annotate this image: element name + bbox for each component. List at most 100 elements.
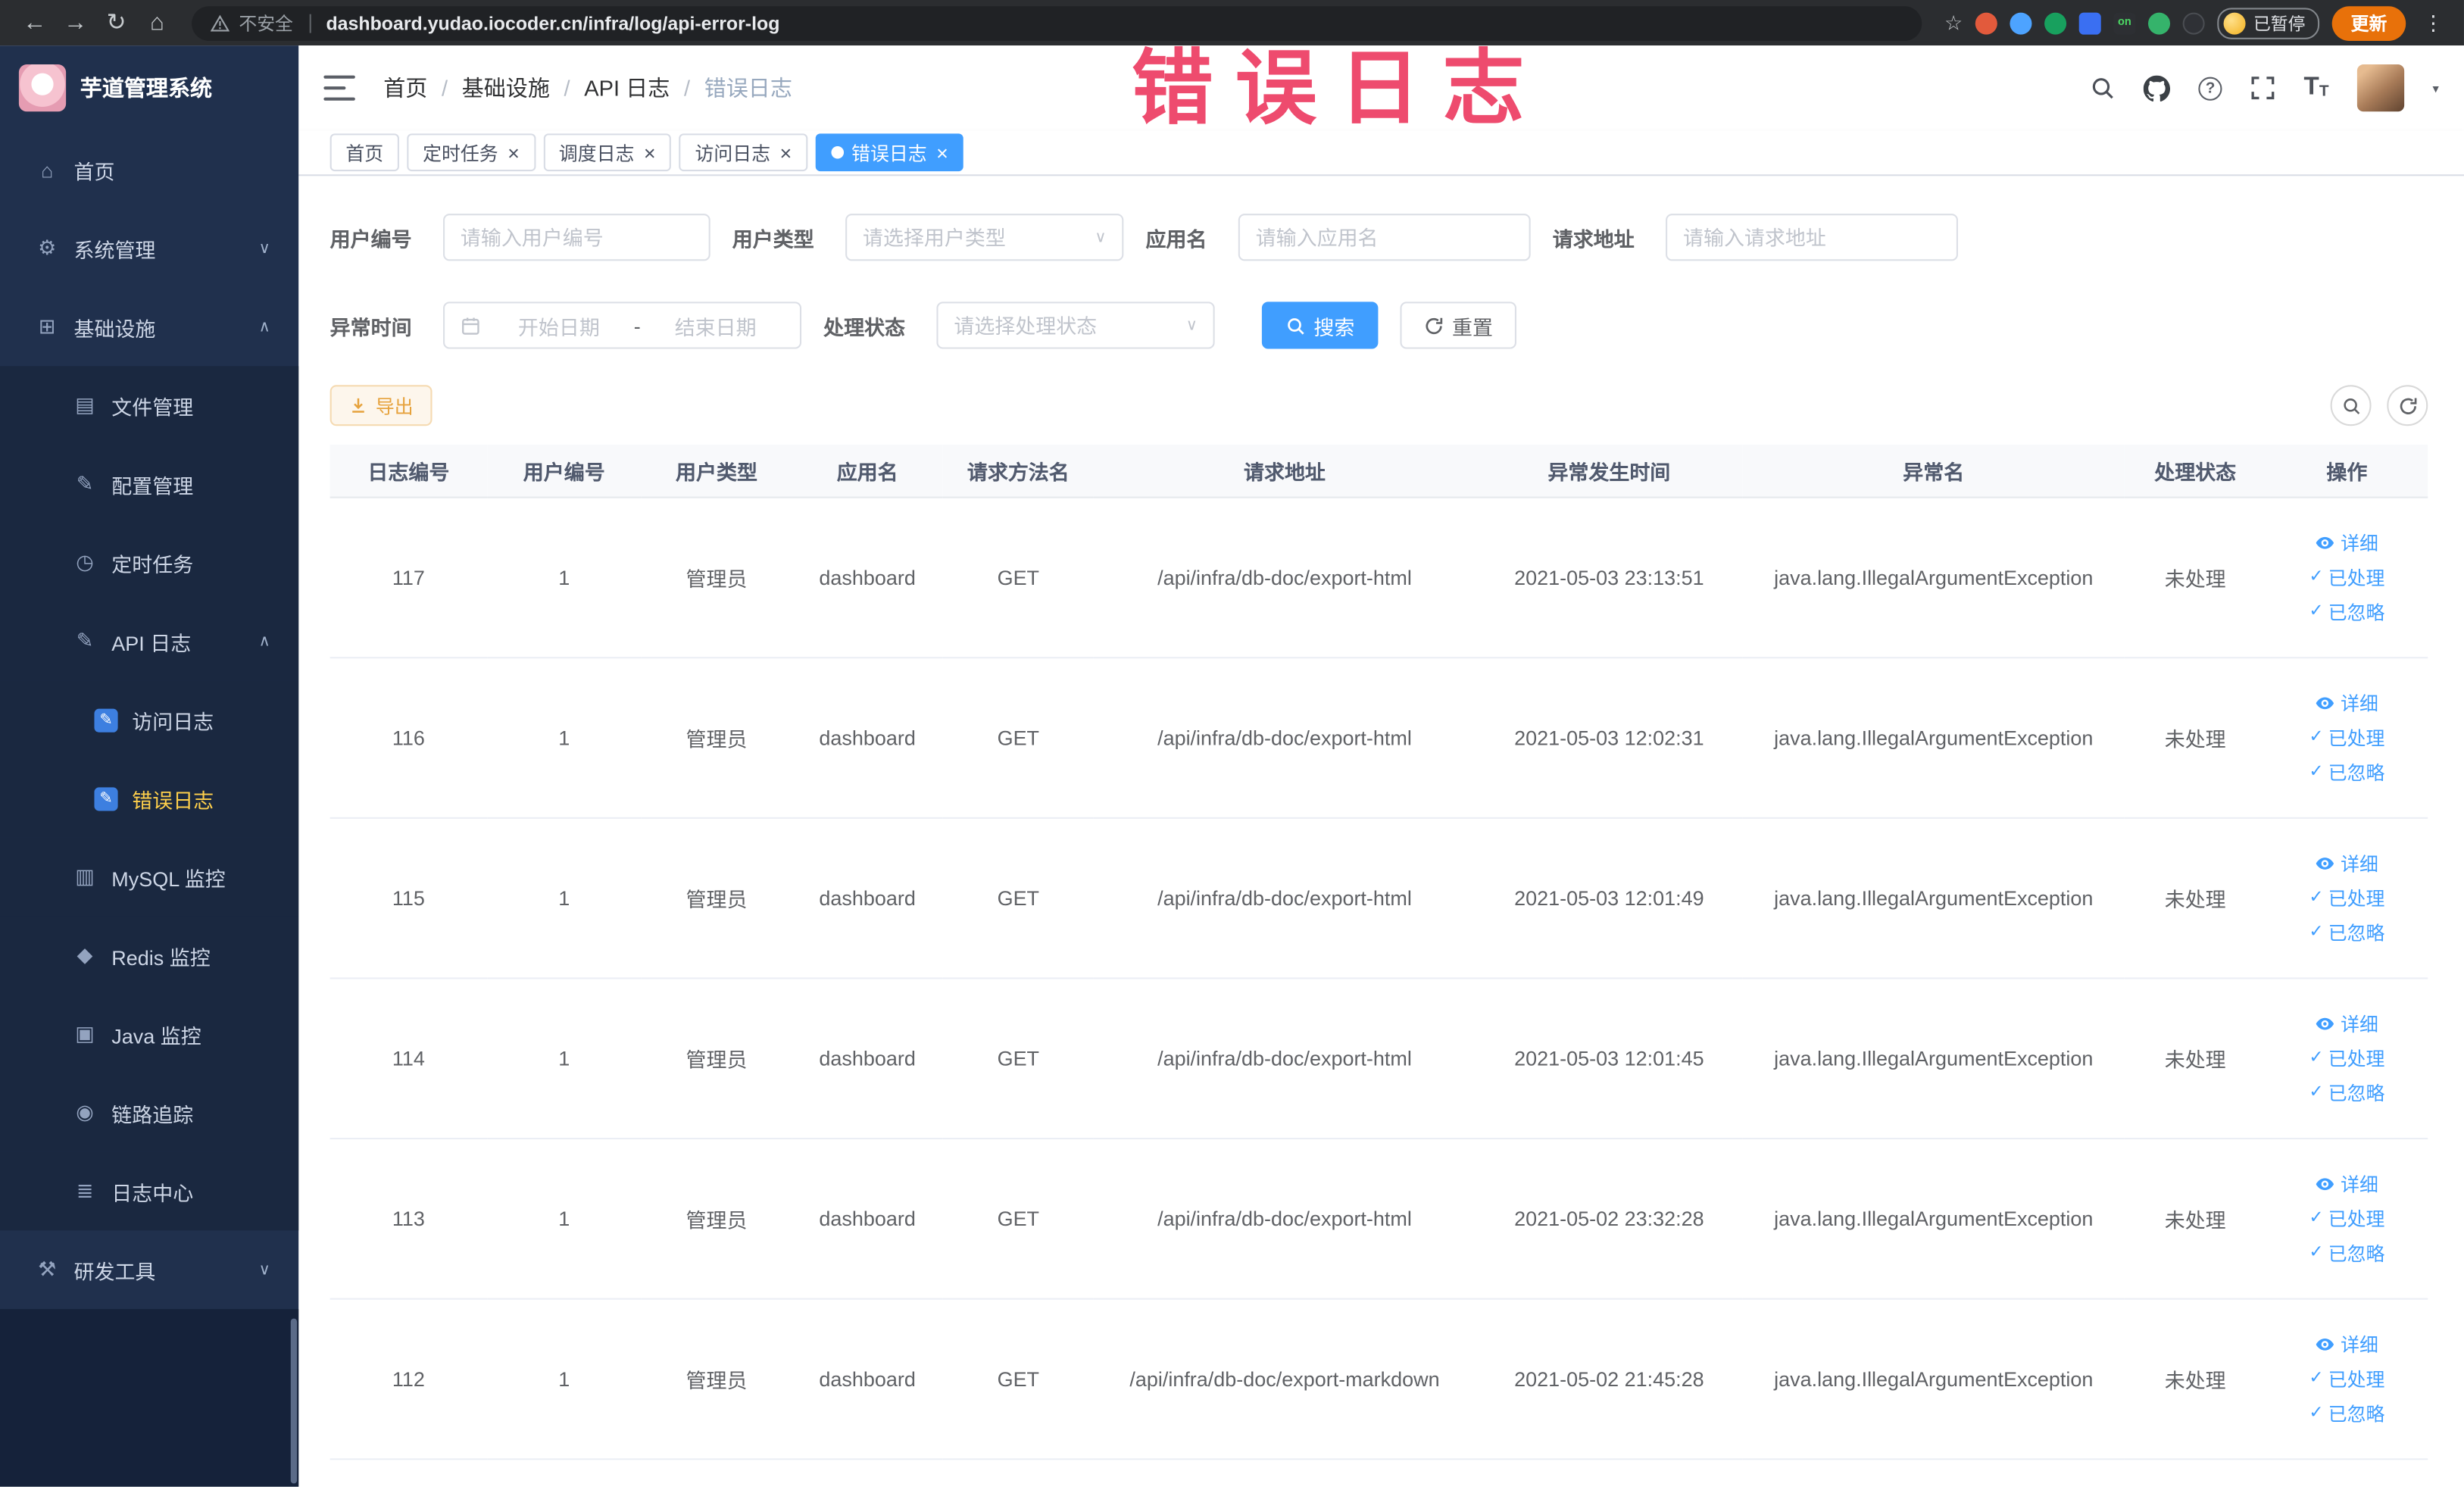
breadcrumb-item[interactable]: API 日志 <box>584 72 670 103</box>
browser-extension-icon[interactable] <box>2147 11 2171 34</box>
breadcrumb-item[interactable]: 基础设施 <box>462 72 550 103</box>
sidebar-item-log-center[interactable]: ≣ 日志中心 <box>0 1151 299 1231</box>
log-center-icon: ≣ <box>76 1178 94 1203</box>
tab-home[interactable]: 首页 <box>329 133 399 172</box>
update-button[interactable]: 更新 <box>2331 5 2406 40</box>
action-detail[interactable]: 详细 <box>2316 849 2378 877</box>
github-icon[interactable] <box>2143 74 2171 102</box>
tab-scheduled-tasks[interactable]: 定时任务 × <box>407 133 536 172</box>
action-processed[interactable]: ✓ 已处理 <box>2309 1045 2384 1073</box>
bookmark-star-icon[interactable]: ☆ <box>1944 10 1963 35</box>
action-ignored[interactable]: ✓ 已忽略 <box>2309 1239 2384 1267</box>
sidebar-item-file-management[interactable]: ▤ 文件管理 <box>0 366 299 445</box>
url-bar[interactable]: 不安全 dashboard.yudao.iocoder.cn/infra/log… <box>192 5 1922 40</box>
browser-extension-icon[interactable] <box>2044 11 2067 34</box>
fullscreen-icon[interactable] <box>2250 76 2275 101</box>
action-processed[interactable]: ✓ 已处理 <box>2309 564 2384 592</box>
sidebar-item-label: 文件管理 <box>111 395 194 419</box>
tab-schedule-log[interactable]: 调度日志 × <box>543 133 672 172</box>
forward-icon[interactable]: → <box>57 0 95 45</box>
action-detail[interactable]: 详细 <box>2316 1010 2378 1038</box>
export-button[interactable]: 导出 <box>329 385 433 426</box>
app-logo[interactable]: 芋道管理系统 <box>0 45 298 130</box>
breadcrumb-current: 错误日志 <box>704 75 792 101</box>
chevron-down-icon[interactable]: ▾ <box>2432 81 2438 95</box>
table-row: 114 1 管理员 dashboard GET/api/infra/db-doc/exp… <box>329 979 2428 1140</box>
sidebar-item-infrastructure[interactable]: ⊞ 基础设施 ∧ <box>0 288 298 367</box>
reset-button[interactable]: 重置 <box>1400 301 1517 349</box>
table-row: 117 1 管理员 dashboard GET/api/infra/db-doc/exp… <box>329 498 2428 659</box>
tab-close-icon[interactable]: × <box>936 142 948 163</box>
action-ignored[interactable]: ✓ 已忽略 <box>2309 758 2384 786</box>
sidebar-item-trace[interactable]: ◉ 链路追踪 <box>0 1073 299 1152</box>
sidebar-item-mysql-monitor[interactable]: ▥ MySQL 监控 <box>0 837 299 917</box>
request-url-field[interactable] <box>1683 225 1941 249</box>
date-end-placeholder[interactable]: 结束日期 <box>647 311 784 340</box>
sidebar-item-dev-tools[interactable]: ⚒ 研发工具 ∨ <box>0 1230 298 1309</box>
breadcrumb-separator: / <box>564 75 570 101</box>
tab-close-icon[interactable]: × <box>507 142 520 163</box>
url-text[interactable]: dashboard.yudao.iocoder.cn/infra/log/api… <box>326 12 779 34</box>
process-status-field[interactable] <box>954 313 1177 338</box>
action-ignored[interactable]: ✓ 已忽略 <box>2309 1079 2384 1107</box>
request-url-input[interactable] <box>1666 214 1959 261</box>
app-name-field[interactable] <box>1255 225 1513 249</box>
sidebar-item-redis-monitor[interactable]: ◆ Redis 监控 <box>0 916 299 995</box>
date-start-placeholder[interactable]: 开始日期 <box>490 311 627 340</box>
action-ignored[interactable]: ✓ 已忽略 <box>2309 598 2384 626</box>
security-label[interactable]: 不安全 <box>239 10 293 35</box>
sidebar-item-home[interactable]: ⌂ 首页 <box>0 130 298 209</box>
user-id-input[interactable] <box>443 214 710 261</box>
tab-close-icon[interactable]: × <box>644 142 656 163</box>
sidebar-item-api-log[interactable]: ✎ API 日志 ∧ <box>0 601 299 681</box>
action-processed[interactable]: ✓ 已处理 <box>2309 1204 2384 1232</box>
action-detail[interactable]: 详细 <box>2316 529 2378 557</box>
browser-extension-icon[interactable] <box>1975 11 1997 34</box>
action-detail[interactable]: 详细 <box>2316 1170 2378 1198</box>
browser-extension-icon[interactable]: on <box>2113 11 2136 34</box>
paused-badge[interactable]: 已暂停 <box>2217 7 2320 39</box>
tab-label: 首页 <box>345 142 384 164</box>
app-name-input[interactable] <box>1238 214 1531 261</box>
sidebar-item-java-monitor[interactable]: ▣ Java 监控 <box>0 995 299 1073</box>
process-status-select[interactable]: ∨ <box>936 301 1215 349</box>
action-processed[interactable]: ✓ 已处理 <box>2309 884 2384 912</box>
search-button[interactable]: 搜索 <box>1261 301 1379 349</box>
cell-time: 2021-05-03 23:13:51 <box>1476 498 1743 659</box>
user-type-field[interactable] <box>863 225 1085 249</box>
sidebar-item-error-log[interactable]: ✎ 错误日志 <box>0 759 299 838</box>
refresh-table-button[interactable] <box>2387 385 2428 426</box>
sidebar-collapse-icon[interactable] <box>323 75 355 101</box>
action-processed[interactable]: ✓ 已处理 <box>2309 1365 2384 1393</box>
font-size-icon[interactable]: TT <box>2304 75 2329 101</box>
sidebar-item-config-management[interactable]: ✎ 配置管理 <box>0 445 299 523</box>
tab-error-log[interactable]: 错误日志 × <box>815 133 964 172</box>
tab-close-icon[interactable]: × <box>780 142 792 163</box>
browser-extension-icon[interactable] <box>2078 11 2101 34</box>
avatar[interactable] <box>2356 64 2405 112</box>
browser-extension-icon[interactable] <box>2182 11 2205 34</box>
home-icon[interactable]: ⌂ <box>139 0 176 45</box>
action-processed[interactable]: ✓ 已处理 <box>2309 723 2384 751</box>
browser-extension-icon[interactable] <box>2010 11 2032 34</box>
back-icon[interactable]: ← <box>16 0 54 45</box>
action-ignored[interactable]: ✓ 已忽略 <box>2309 1399 2384 1427</box>
tab-access-log[interactable]: 访问日志 × <box>679 133 808 172</box>
action-detail[interactable]: 详细 <box>2316 689 2378 717</box>
search-icon[interactable] <box>2090 76 2115 101</box>
user-id-field[interactable] <box>460 225 693 249</box>
user-type-select[interactable]: ∨ <box>845 214 1124 261</box>
sidebar-scrollbar[interactable] <box>290 1318 298 1484</box>
sidebar-item-system-management[interactable]: ⚙ 系统管理 ∨ <box>0 209 298 288</box>
breadcrumb-item[interactable]: 首页 <box>383 72 427 103</box>
app-title: 芋道管理系统 <box>80 75 213 101</box>
exception-time-range[interactable]: 开始日期 - 结束日期 <box>443 301 802 349</box>
help-icon[interactable]: ? <box>2198 76 2222 100</box>
action-detail[interactable]: 详细 <box>2316 1330 2378 1358</box>
action-ignored[interactable]: ✓ 已忽略 <box>2309 919 2384 947</box>
reload-icon[interactable]: ↻ <box>98 0 136 45</box>
browser-menu-icon[interactable]: ⋮ <box>2419 10 2448 35</box>
sidebar-item-scheduled-tasks[interactable]: ◷ 定时任务 <box>0 523 299 602</box>
toggle-search-button[interactable] <box>2330 385 2372 426</box>
sidebar-item-access-log[interactable]: ✎ 访问日志 <box>0 680 299 760</box>
